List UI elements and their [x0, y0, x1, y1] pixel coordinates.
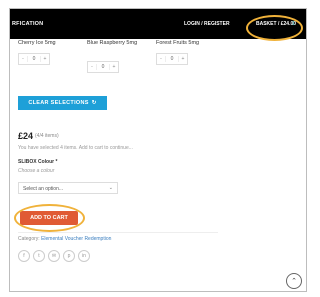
social-share-icons: f t ✉ p in	[18, 250, 90, 262]
quantity-stepper-blue-raspberry[interactable]: - 0 +	[87, 61, 119, 73]
quantity-stepper-cherry-ice[interactable]: - 0 +	[18, 53, 50, 65]
flavour-label-blue-raspberry: Blue Raspberry 5mg	[87, 40, 138, 46]
email-icon[interactable]: ✉	[48, 250, 60, 262]
quantity-value[interactable]: 0	[27, 56, 41, 62]
facebook-icon[interactable]: f	[18, 250, 30, 262]
colour-field-hint: Choose a colour	[18, 168, 55, 174]
decrement-button[interactable]: -	[157, 56, 165, 62]
pinterest-icon[interactable]: p	[63, 250, 75, 262]
clear-selections-label: CLEAR SELECTIONS	[28, 100, 89, 106]
increment-button[interactable]: +	[110, 64, 118, 70]
page-frame: RFICATION LOGIN / REGISTER BASKET / £24.…	[9, 8, 307, 292]
quantity-stepper-forest-fruits[interactable]: - 0 +	[156, 53, 188, 65]
increment-button[interactable]: +	[41, 56, 49, 62]
flavour-label-forest-fruits: Forest Fruits 5mg	[156, 40, 200, 46]
add-to-cart-highlight-circle	[14, 204, 85, 232]
login-register-link[interactable]: LOGIN / REGISTER	[184, 21, 230, 27]
selection-status-text: You have selected 4 items. Add to cart t…	[18, 145, 133, 151]
product-category: Category: Elemental Voucher Redemption	[18, 236, 111, 242]
colour-field-label: SLIBOX Colour *	[18, 159, 58, 165]
basket-highlight-circle	[246, 15, 303, 41]
divider	[18, 232, 218, 233]
colour-select-value: Select an option...	[23, 186, 64, 192]
twitter-icon[interactable]: t	[33, 250, 45, 262]
brand-text[interactable]: RFICATION	[12, 21, 43, 27]
scroll-to-top-button[interactable]: ⌃	[286, 273, 302, 289]
quantity-value[interactable]: 0	[96, 64, 110, 70]
colour-select[interactable]: Select an option... ⌄	[18, 182, 118, 194]
category-prefix: Category:	[18, 236, 40, 242]
decrement-button[interactable]: -	[88, 64, 96, 70]
bundle-item-count: (4/4 items)	[35, 133, 59, 139]
clear-selections-button[interactable]: CLEAR SELECTIONS ↻	[18, 96, 107, 110]
decrement-button[interactable]: -	[19, 56, 27, 62]
quantity-value[interactable]: 0	[165, 56, 179, 62]
increment-button[interactable]: +	[179, 56, 187, 62]
chevron-up-icon: ⌃	[291, 278, 297, 285]
linkedin-icon[interactable]: in	[78, 250, 90, 262]
flavour-label-cherry-ice: Cherry Ice 5mg	[18, 40, 56, 46]
undo-icon: ↻	[91, 100, 97, 106]
chevron-down-icon: ⌄	[108, 185, 113, 191]
category-link[interactable]: Elemental Voucher Redemption	[41, 236, 111, 242]
bundle-price: £24	[18, 131, 34, 141]
